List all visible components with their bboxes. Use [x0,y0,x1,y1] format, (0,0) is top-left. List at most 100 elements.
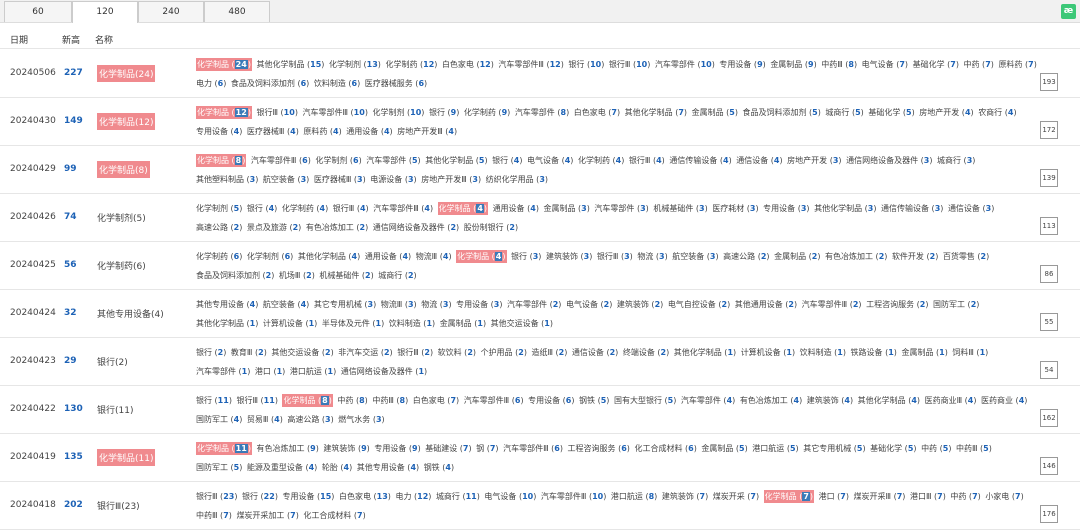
sector-item[interactable]: 银行Ⅲ (4) [333,204,369,213]
sector-item[interactable]: 通信网络设备及器件 (2) [373,223,459,232]
sector-item[interactable]: 医药商业 (4) [981,396,1027,405]
sector-item[interactable]: 化学制品 (24) [196,58,252,71]
sector-item[interactable]: 汽车零部件Ⅲ (6) [464,396,524,405]
sector-item[interactable]: 医药商业Ⅲ (4) [925,396,977,405]
sector-item[interactable]: 金属制品 (5) [692,108,738,117]
row-total-badge[interactable]: 162 [1040,409,1058,427]
sector-item[interactable]: 中药 (8) [337,396,367,405]
sector-item[interactable]: 饮料制造 (1) [389,319,435,328]
sector-item[interactable]: 其他化学制品 (5) [425,156,487,165]
row-total-badge[interactable]: 54 [1040,361,1058,379]
sector-item[interactable]: 个护用品 (2) [481,348,527,357]
sector-item[interactable]: 其他通用设备 (2) [735,300,797,309]
sector-item[interactable]: 电源设备 (3) [370,175,416,184]
sector-item[interactable]: 港口航运 (5) [752,444,798,453]
table-row[interactable]: 20240506 227 化学制品(24) 化学制品 (24) 其他化学制品 (15)… [0,50,1080,98]
table-row[interactable]: 20240418 202 银行Ⅲ(23) 银行Ⅲ (23) 银行 (22) 专用设备 … [0,482,1080,530]
sector-item[interactable]: 百货零售 (2) [943,252,989,261]
sector-item[interactable]: 港口航运 (1) [290,367,336,376]
sector-item[interactable]: 基础化学 (5) [870,444,916,453]
sector-item[interactable]: 专用设备 (9) [719,60,765,69]
sector-item[interactable]: 通信设备 (4) [736,156,782,165]
sector-item[interactable]: 汽车零部件Ⅲ (2) [802,300,862,309]
sector-item[interactable]: 港口 (1) [255,367,285,376]
sector-item[interactable]: 计算机设备 (1) [263,319,317,328]
sector-item[interactable]: 有色冶炼加工 (2) [306,223,368,232]
sector-item[interactable]: 其他化学制品 (7) [625,108,687,117]
row-total-badge[interactable]: 139 [1040,169,1058,187]
sector-item[interactable]: 建筑装饰 (7) [662,492,708,501]
sector-item[interactable]: 轮胎 (4) [322,463,352,472]
sector-item[interactable]: 专用设备 (4) [196,127,242,136]
sector-item[interactable]: 医疗器械服务 (6) [365,79,427,88]
sector-item[interactable]: 金属制品 (2) [774,252,820,261]
sector-item[interactable]: 通信设备 (2) [572,348,618,357]
sector-item[interactable]: 建筑装饰 (9) [323,444,369,453]
tab-60[interactable]: 60 [4,1,72,22]
sector-item[interactable]: 专用设备 (3) [456,300,502,309]
sector-item[interactable]: 食品及饲料添加剂 (2) [196,271,274,280]
sector-item[interactable]: 造纸Ⅲ (2) [531,348,567,357]
sector-item[interactable]: 钢 (7) [476,444,498,453]
sector-item[interactable]: 钢铁 (4) [424,463,454,472]
sector-item[interactable]: 专用设备 (3) [763,204,809,213]
row-total-badge[interactable]: 55 [1040,313,1058,331]
row-total-badge[interactable]: 193 [1040,73,1058,91]
sector-item[interactable]: 港口航运 (8) [611,492,657,501]
row-total-badge[interactable]: 113 [1040,217,1058,235]
sector-item[interactable]: 计算机设备 (1) [741,348,795,357]
sector-item[interactable]: 电气设备 (2) [566,300,612,309]
sector-item[interactable]: 电力 (12) [395,492,431,501]
sector-item[interactable]: 中药Ⅲ (8) [821,60,857,69]
table-row[interactable]: 20240426 74 化学制剂(5) 化学制剂 (5) 银行 (4) 化学制药 (4… [0,194,1080,242]
sector-item[interactable]: 白色家电 (7) [413,396,459,405]
sector-item[interactable]: 化学制品 (11) [196,442,252,455]
table-row[interactable]: 20240424 32 其他专用设备(4) 其他专用设备 (4) 航空装备 (4) 其… [0,290,1080,338]
sector-item[interactable]: 汽车零部件 (4) [681,396,735,405]
sector-item[interactable]: 银行Ⅲ (23) [196,492,237,501]
tab-240[interactable]: 240 [138,1,204,22]
sector-item[interactable]: 白色家电 (7) [574,108,620,117]
sector-item[interactable]: 银行Ⅲ (3) [597,252,633,261]
sector-item[interactable]: 半导体及元件 (1) [322,319,384,328]
sector-item[interactable]: 化学制药 (9) [464,108,510,117]
sector-item[interactable]: 医疗耗材 (3) [712,204,758,213]
sector-item[interactable]: 食品及饲料添加剂 (6) [231,79,309,88]
sector-item[interactable]: 白色家电 (12) [442,60,494,69]
sector-item[interactable]: 其他化学制品 (15) [256,60,324,69]
sector-item[interactable]: 航空装备 (4) [263,300,309,309]
sector-item[interactable]: 股份制银行 (2) [464,223,518,232]
sector-item[interactable]: 航空装备 (3) [263,175,309,184]
sector-item[interactable]: 建筑装饰 (2) [617,300,663,309]
sector-item[interactable]: 汽车零部件Ⅲ (12) [498,60,563,69]
sector-item[interactable]: 化学制剂 (13) [329,60,381,69]
sector-item[interactable]: 饮料制造 (6) [314,79,360,88]
sector-item[interactable]: 终端设备 (2) [623,348,669,357]
sector-item[interactable]: 燃气水务 (3) [338,415,384,424]
sector-item[interactable]: 化学制品 (4) [437,202,489,215]
sector-item[interactable]: 景点及旅游 (2) [247,223,301,232]
sector-item[interactable]: 其他交运设备 (1) [491,319,553,328]
sector-item[interactable]: 高速公路 (2) [723,252,769,261]
sector-item[interactable]: 食品及饲料添加剂 (5) [743,108,821,117]
sector-item[interactable]: 银行Ⅲ (2) [397,348,433,357]
sector-item[interactable]: 电气设备 (10) [484,492,536,501]
sector-item[interactable]: 汽车零部件 (1) [196,367,250,376]
sector-item[interactable]: 化学制药 (6) [196,252,242,261]
sector-item[interactable]: 化工合成材料 (6) [634,444,696,453]
sector-item[interactable]: 银行 (3) [511,252,541,261]
sector-item[interactable]: 银行 (11) [196,396,232,405]
sector-item[interactable]: 通用设备 (4) [346,127,392,136]
sector-item[interactable]: 化学制剂 (6) [247,252,293,261]
sector-item[interactable]: 中药Ⅲ (8) [372,396,408,405]
sector-item[interactable]: 煤炭开采 (7) [713,492,759,501]
sector-item[interactable]: 煤炭开采加工 (7) [236,511,298,520]
sector-item[interactable]: 化学制品 (8) [282,394,333,407]
sector-item[interactable]: 煤炭开采Ⅲ (7) [854,492,906,501]
sector-item[interactable]: 其他专用设备 (4) [196,300,258,309]
sector-item[interactable]: 有色冶炼加工 (2) [825,252,887,261]
sector-item[interactable]: 纺织化学用品 (3) [486,175,548,184]
sector-item[interactable]: 农商行 (4) [978,108,1016,117]
sector-item[interactable]: 软件开发 (2) [892,252,938,261]
sector-item[interactable]: 小家电 (7) [985,492,1023,501]
